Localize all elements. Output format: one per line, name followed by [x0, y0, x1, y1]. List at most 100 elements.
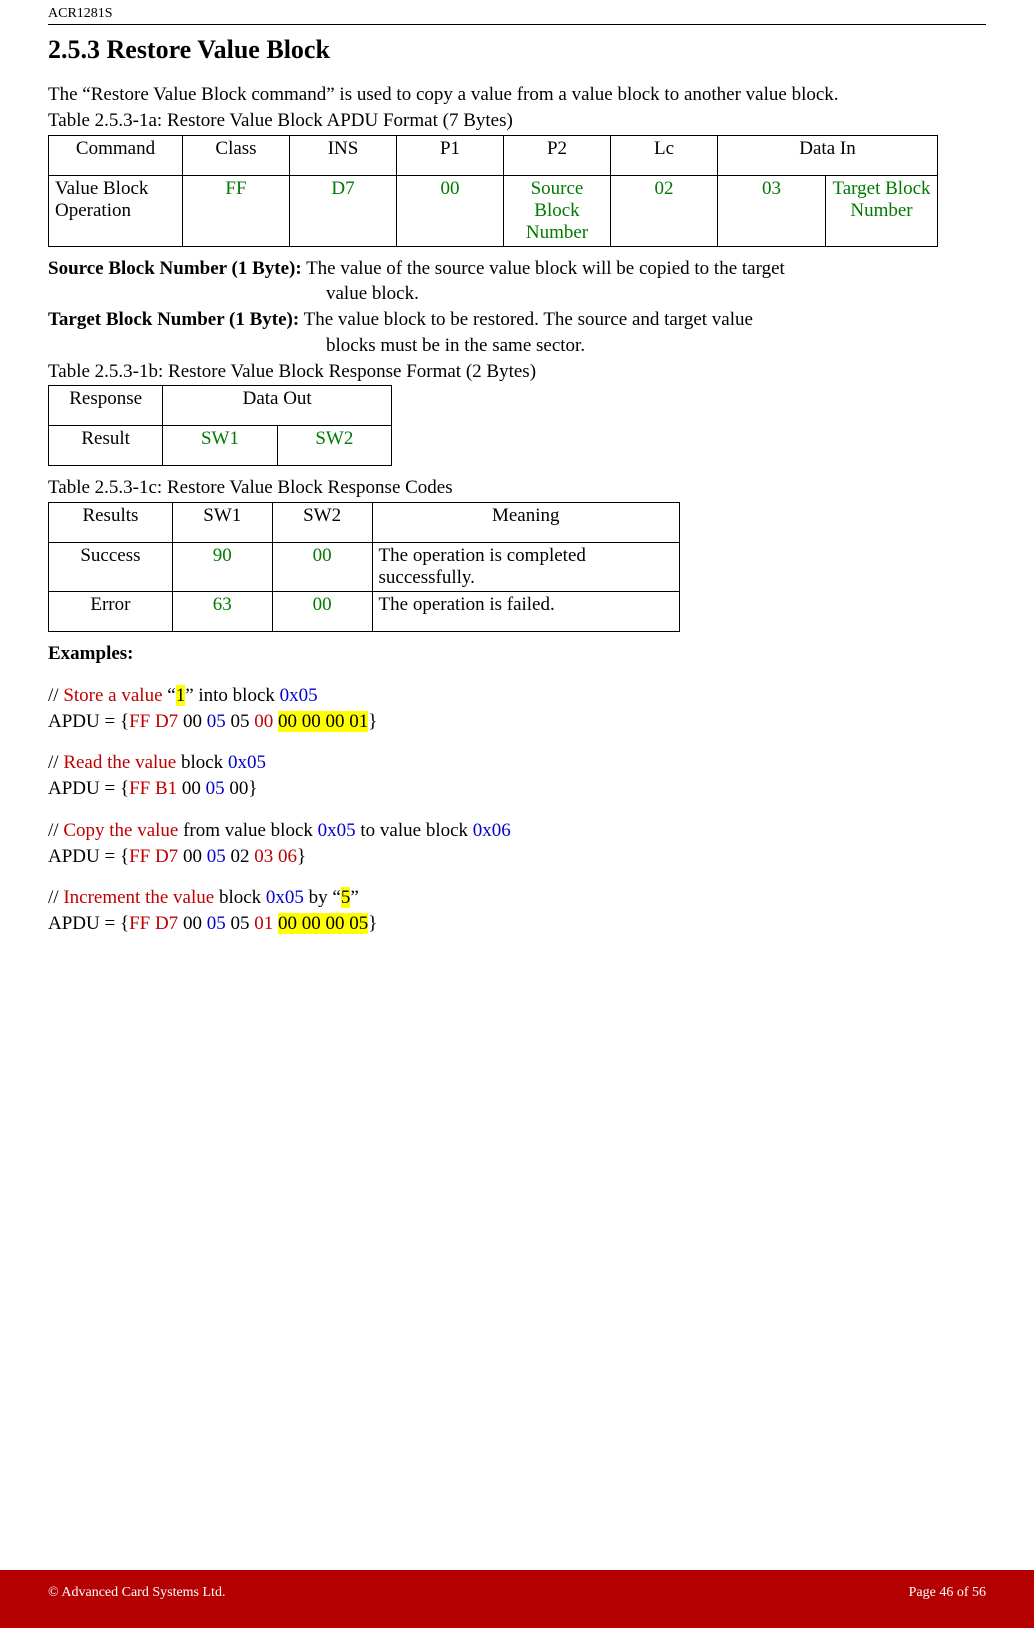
example-apdu: APDU = {FF D7 00 05 05 01 00 00 00 05} [48, 912, 986, 936]
table2-caption: Table 2.5.3-1b: Restore Value Block Resp… [48, 360, 986, 384]
text: 05 [207, 913, 226, 934]
text: APDU = { [48, 913, 129, 934]
field-text: The value of the source value block will… [302, 258, 785, 279]
text: FF D7 [129, 846, 178, 867]
table-cell: Result [49, 426, 163, 466]
field-source-cont: value block. [48, 282, 986, 306]
example-comment: // Store a value “1” into block 0x05 [48, 684, 986, 708]
document-header: ACR1281S [48, 0, 986, 24]
table-row: Command Class INS P1 P2 Lc Data In [49, 135, 938, 175]
examples-heading: Examples: [48, 642, 986, 666]
text: FF D7 [129, 913, 178, 934]
table-row: Result SW1 SW2 [49, 426, 392, 466]
text: // [48, 685, 63, 706]
table-header-cell: Command [49, 135, 183, 175]
table-header-cell: P2 [504, 135, 611, 175]
text: 05 [226, 913, 255, 934]
text: 05 [207, 711, 226, 732]
text: 00 00 00 01 [278, 711, 368, 732]
example-comment: // Copy the value from value block 0x05 … [48, 819, 986, 843]
field-source: Source Block Number (1 Byte): The value … [48, 257, 986, 281]
example-comment: // Read the value block 0x05 [48, 751, 986, 775]
table-header-cell: Data In [718, 135, 938, 175]
text: 05 [226, 711, 255, 732]
table-cell: The operation is failed. [372, 592, 679, 632]
section-number: 2.5.3 [48, 35, 100, 64]
footer-page-number: Page 46 of 56 [909, 1585, 986, 1601]
text: 00 [178, 711, 207, 732]
text: 05 [206, 778, 225, 799]
example-apdu: APDU = {FF B1 00 05 00} [48, 777, 986, 801]
footer-copyright: © Advanced Card Systems Ltd. [48, 1585, 225, 1601]
text: 01 [254, 913, 273, 934]
header-rule [48, 24, 986, 25]
table-cell: 00 [272, 592, 372, 632]
table-cell: SW1 [163, 426, 277, 466]
table-cell: Target Block Number [826, 175, 938, 246]
table-apdu-format: Command Class INS P1 P2 Lc Data In Value… [48, 135, 938, 247]
text: by “ [304, 887, 341, 908]
text: 0x05 [280, 685, 318, 706]
table-cell: D7 [290, 175, 397, 246]
table-header-cell: SW1 [172, 503, 272, 543]
table-header-cell: Lc [611, 135, 718, 175]
text: } [368, 913, 377, 934]
intro-paragraph: The “Restore Value Block command” is use… [48, 83, 986, 107]
example-2: // Read the value block 0x05 APDU = {FF … [48, 751, 986, 801]
table-cell: SW2 [277, 426, 391, 466]
table-cell: 03 [718, 175, 826, 246]
page-footer: © Advanced Card Systems Ltd. Page 46 of … [0, 1570, 1034, 1628]
table-header-cell: Data Out [163, 386, 392, 426]
field-text: The value block to be restored. The sour… [299, 309, 753, 330]
example-apdu: APDU = {FF D7 00 05 05 00 00 00 00 01} [48, 710, 986, 734]
text: 00} [225, 778, 258, 799]
text: 0x05 [318, 820, 356, 841]
example-1: // Store a value “1” into block 0x05 APD… [48, 684, 986, 734]
table-cell: Success [49, 543, 173, 592]
table-cell: Error [49, 592, 173, 632]
table-header-cell: INS [290, 135, 397, 175]
text: 0x05 [228, 752, 266, 773]
text: block [214, 887, 266, 908]
table-header-cell: Response [49, 386, 163, 426]
field-target: Target Block Number (1 Byte): The value … [48, 308, 986, 332]
text: Increment the value [63, 887, 214, 908]
table-row: Response Data Out [49, 386, 392, 426]
text: // [48, 820, 63, 841]
example-4: // Increment the value block 0x05 by “5”… [48, 886, 986, 936]
table3-caption: Table 2.5.3-1c: Restore Value Block Resp… [48, 476, 986, 500]
text: // [48, 752, 63, 773]
field-label: Target Block Number (1 Byte): [48, 309, 299, 330]
text: 00 [178, 913, 207, 934]
table-row: Error 63 00 The operation is failed. [49, 592, 680, 632]
example-3: // Copy the value from value block 0x05 … [48, 819, 986, 869]
table-cell: FF [183, 175, 290, 246]
table-row: Results SW1 SW2 Meaning [49, 503, 680, 543]
table-cell: 00 [397, 175, 504, 246]
example-apdu: APDU = {FF D7 00 05 02 03 06} [48, 845, 986, 869]
table-header-cell: SW2 [272, 503, 372, 543]
table-response-codes: Results SW1 SW2 Meaning Success 90 00 Th… [48, 502, 680, 632]
text: 05 [207, 846, 226, 867]
table-cell: 90 [172, 543, 272, 592]
text: 5 [341, 887, 351, 908]
text: 00 [177, 778, 206, 799]
text: FF B1 [129, 778, 177, 799]
section-name: Restore Value Block [107, 35, 330, 64]
text: Copy the value [63, 820, 178, 841]
text: 0x06 [473, 820, 511, 841]
text: // [48, 887, 63, 908]
text: block [176, 752, 228, 773]
text: } [368, 711, 377, 732]
table-response-format: Response Data Out Result SW1 SW2 [48, 385, 392, 466]
text: Store a value [63, 685, 162, 706]
table-header-cell: P1 [397, 135, 504, 175]
table-cell: Source Block Number [504, 175, 611, 246]
table-row: Value Block Operation FF D7 00 Source Bl… [49, 175, 938, 246]
table-header-cell: Meaning [372, 503, 679, 543]
field-label: Source Block Number (1 Byte): [48, 258, 302, 279]
text: } [297, 846, 306, 867]
text: 00 00 00 05 [278, 913, 368, 934]
text: APDU = { [48, 846, 129, 867]
text: 03 06 [254, 846, 297, 867]
